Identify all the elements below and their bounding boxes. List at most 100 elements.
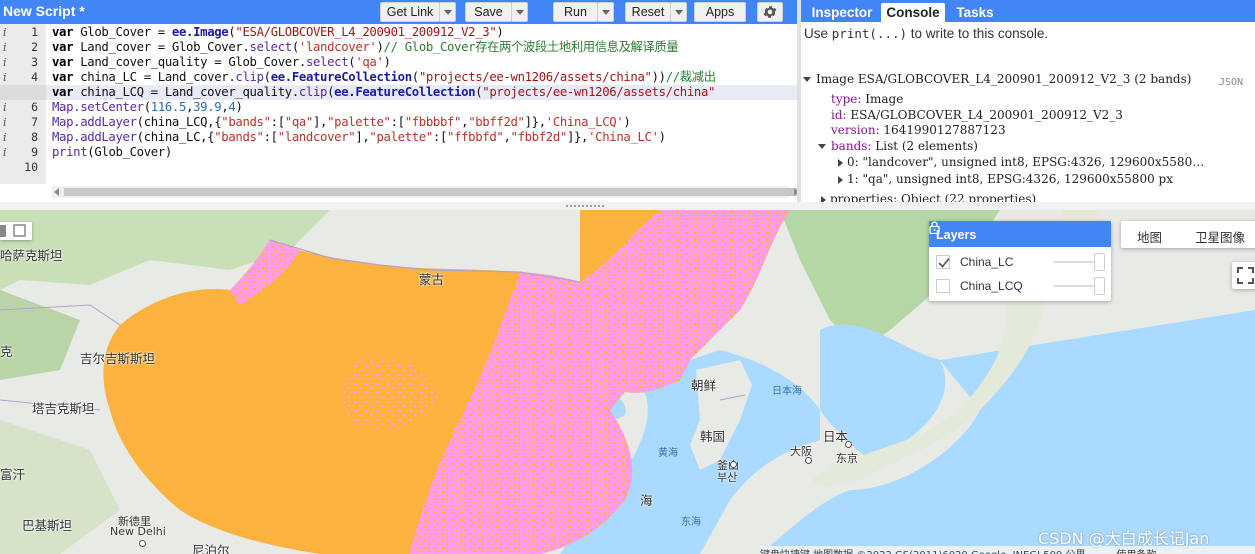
code-line[interactable]: var china_LCQ = Land_cover_quality.clip(… bbox=[52, 85, 715, 100]
code-line[interactable]: var Land_cover = Glob_Cover.select('land… bbox=[52, 40, 679, 55]
code-token: clip bbox=[298, 85, 328, 99]
settings-button[interactable] bbox=[757, 2, 783, 22]
label-tajikistan: 塔吉克斯坦 bbox=[32, 401, 95, 416]
code-token: :[ bbox=[270, 115, 285, 129]
label-uzbek-fragment: 克 bbox=[0, 344, 13, 359]
expand-triangle-icon[interactable] bbox=[818, 144, 826, 149]
code-token: select bbox=[249, 40, 293, 54]
map-type-roadmap[interactable]: 地图 bbox=[1137, 227, 1162, 246]
code-line[interactable]: var Land_cover_quality = Glob_Cover.sele… bbox=[52, 55, 391, 70]
label-japan: 日本 bbox=[823, 429, 849, 444]
code-token: "palette" bbox=[327, 115, 391, 129]
reset-dropdown[interactable] bbox=[670, 2, 687, 22]
run-button[interactable]: Run bbox=[553, 2, 598, 22]
code-editor[interactable]: 1i2i3i4i5i6i7i8i9i10 var Glob_Cover = ee… bbox=[0, 24, 797, 202]
layers-panel[interactable]: Layers China_LC China_LCQ bbox=[929, 221, 1111, 301]
apps-button[interactable]: Apps bbox=[694, 2, 746, 22]
json-link[interactable]: JSON bbox=[1219, 77, 1243, 88]
code-token: "bands" bbox=[214, 130, 264, 144]
get-link-button[interactable]: Get Link bbox=[380, 2, 440, 22]
code-line[interactable]: var Glob_Cover = ee.Image("ESA/GLOBCOVER… bbox=[52, 25, 504, 40]
line-gutter: 1i2i3i4i5i6i7i8i9i10 bbox=[0, 24, 46, 184]
layer-row-china-lc[interactable]: China_LC bbox=[936, 253, 1106, 271]
save-button[interactable]: Save bbox=[465, 2, 512, 22]
layers-header[interactable]: Layers bbox=[929, 221, 1111, 247]
code-line[interactable]: Map.setCenter(116.5,39.9,4) bbox=[52, 100, 243, 115]
code-line[interactable]: var china_LC = Land_cover.clip(ee.Featur… bbox=[52, 70, 716, 85]
splitter-grip-icon[interactable] bbox=[565, 204, 605, 208]
code-token: )) bbox=[651, 70, 666, 84]
code-token: "palette" bbox=[369, 130, 433, 144]
code-token: ) bbox=[376, 40, 384, 54]
editor-horizontal-scrollbar[interactable] bbox=[52, 186, 797, 198]
city-dot-busan bbox=[730, 461, 737, 468]
code-line[interactable]: Map.addLayer(china_LC,{"bands":["landcov… bbox=[52, 130, 666, 145]
band-0[interactable]: 0: "landcover", unsigned int8, EPSG:4326… bbox=[838, 155, 1204, 170]
code-token: china_LCQ = Land_cover_quality. bbox=[80, 85, 299, 99]
reset-button[interactable]: Reset bbox=[625, 2, 671, 22]
label-afghan-fragment: 富汗 bbox=[0, 467, 26, 482]
line-number[interactable]: 10 bbox=[0, 160, 38, 175]
info-icon[interactable]: i bbox=[3, 100, 11, 115]
code-token: var bbox=[52, 85, 81, 99]
code-token: ee.FeatureCollection bbox=[270, 70, 412, 84]
hand-tool-icon[interactable] bbox=[0, 222, 32, 240]
map-type-control: 地图 卫星图像 bbox=[1121, 221, 1255, 248]
info-icon[interactable]: i bbox=[3, 55, 11, 70]
run-dropdown[interactable] bbox=[597, 2, 614, 22]
console-output: Use print(...) to write to this console.… bbox=[801, 22, 1255, 202]
scroll-left-icon[interactable] bbox=[54, 188, 59, 196]
info-icon[interactable]: i bbox=[3, 40, 11, 55]
code-token: var bbox=[52, 25, 81, 39]
info-icon[interactable]: i bbox=[3, 25, 11, 40]
layer-checkbox[interactable] bbox=[936, 255, 950, 269]
code-token: :[ bbox=[432, 130, 448, 144]
tab-tasks[interactable]: Tasks bbox=[950, 3, 1000, 22]
code-token: print bbox=[52, 145, 88, 159]
save-dropdown[interactable] bbox=[511, 2, 528, 22]
label-busan-ko: 부산 bbox=[717, 471, 738, 484]
expand-triangle-icon[interactable] bbox=[803, 77, 811, 82]
map-splitter[interactable] bbox=[0, 202, 1255, 210]
prop-properties[interactable]: properties: Object (22 properties) bbox=[821, 192, 1036, 202]
code-token: 39.9 bbox=[193, 100, 222, 114]
code-token: ]}, bbox=[524, 115, 547, 129]
drawing-tools[interactable] bbox=[0, 222, 32, 240]
tab-console[interactable]: Console bbox=[881, 3, 945, 22]
code-token: "bbff2d" bbox=[468, 115, 525, 129]
info-icon[interactable]: i bbox=[3, 130, 11, 145]
city-dot-tokyo bbox=[845, 441, 852, 448]
code-token: (china_LCQ,{ bbox=[136, 115, 222, 129]
opacity-slider-knob[interactable] bbox=[1094, 253, 1105, 271]
info-icon[interactable]: i bbox=[3, 115, 11, 130]
layer-row-china-lcq[interactable]: China_LCQ bbox=[936, 277, 1106, 295]
code-token: // Glob_Cover存在两个波段土地利用信息及解译质量 bbox=[383, 40, 679, 54]
lock-icon[interactable] bbox=[929, 221, 940, 234]
code-line[interactable]: print(Glob_Cover) bbox=[52, 145, 172, 160]
label-pakistan: 巴基斯坦 bbox=[22, 518, 73, 533]
scrollbar-thumb[interactable] bbox=[64, 188, 797, 196]
get-link-dropdown[interactable] bbox=[439, 2, 456, 22]
code-line[interactable]: Map.addLayer(china_LCQ,{"bands":["qa"],"… bbox=[52, 115, 631, 130]
band-1[interactable]: 1: "qa", unsigned int8, EPSG:4326, 12960… bbox=[838, 172, 1173, 187]
editor-toolbar: New Script * Get Link Save Run Reset App… bbox=[0, 0, 797, 24]
info-icon[interactable]: i bbox=[3, 145, 11, 160]
code-token: var bbox=[52, 70, 81, 84]
prop-type: type: Image bbox=[831, 92, 904, 106]
collapse-triangle-icon[interactable] bbox=[838, 158, 843, 167]
tab-inspector[interactable]: Inspector bbox=[805, 3, 879, 22]
code-token: ( bbox=[291, 40, 299, 54]
image-object-header[interactable]: Image ESA/GLOBCOVER_L4_200901_200912_V2_… bbox=[803, 72, 1191, 87]
label-yellow-sea: 黄海 bbox=[658, 448, 678, 459]
code-token: 116.5 bbox=[150, 100, 187, 114]
map-type-satellite[interactable]: 卫星图像 bbox=[1195, 227, 1245, 246]
fullscreen-button[interactable] bbox=[1232, 262, 1255, 289]
prop-bands[interactable]: bands: List (2 elements) bbox=[818, 139, 978, 154]
script-title[interactable]: New Script * bbox=[3, 3, 85, 19]
map-canvas[interactable]: 哈萨克斯坦 蒙古 克 吉尔吉斯斯坦 塔吉克斯坦 富汗 巴基斯坦 新德里 New … bbox=[0, 210, 1255, 554]
code-token: //裁减出 bbox=[665, 70, 716, 84]
collapse-triangle-icon[interactable] bbox=[838, 175, 843, 184]
opacity-slider-knob[interactable] bbox=[1094, 277, 1105, 295]
layer-checkbox[interactable] bbox=[936, 279, 950, 293]
info-icon[interactable]: i bbox=[3, 70, 11, 85]
